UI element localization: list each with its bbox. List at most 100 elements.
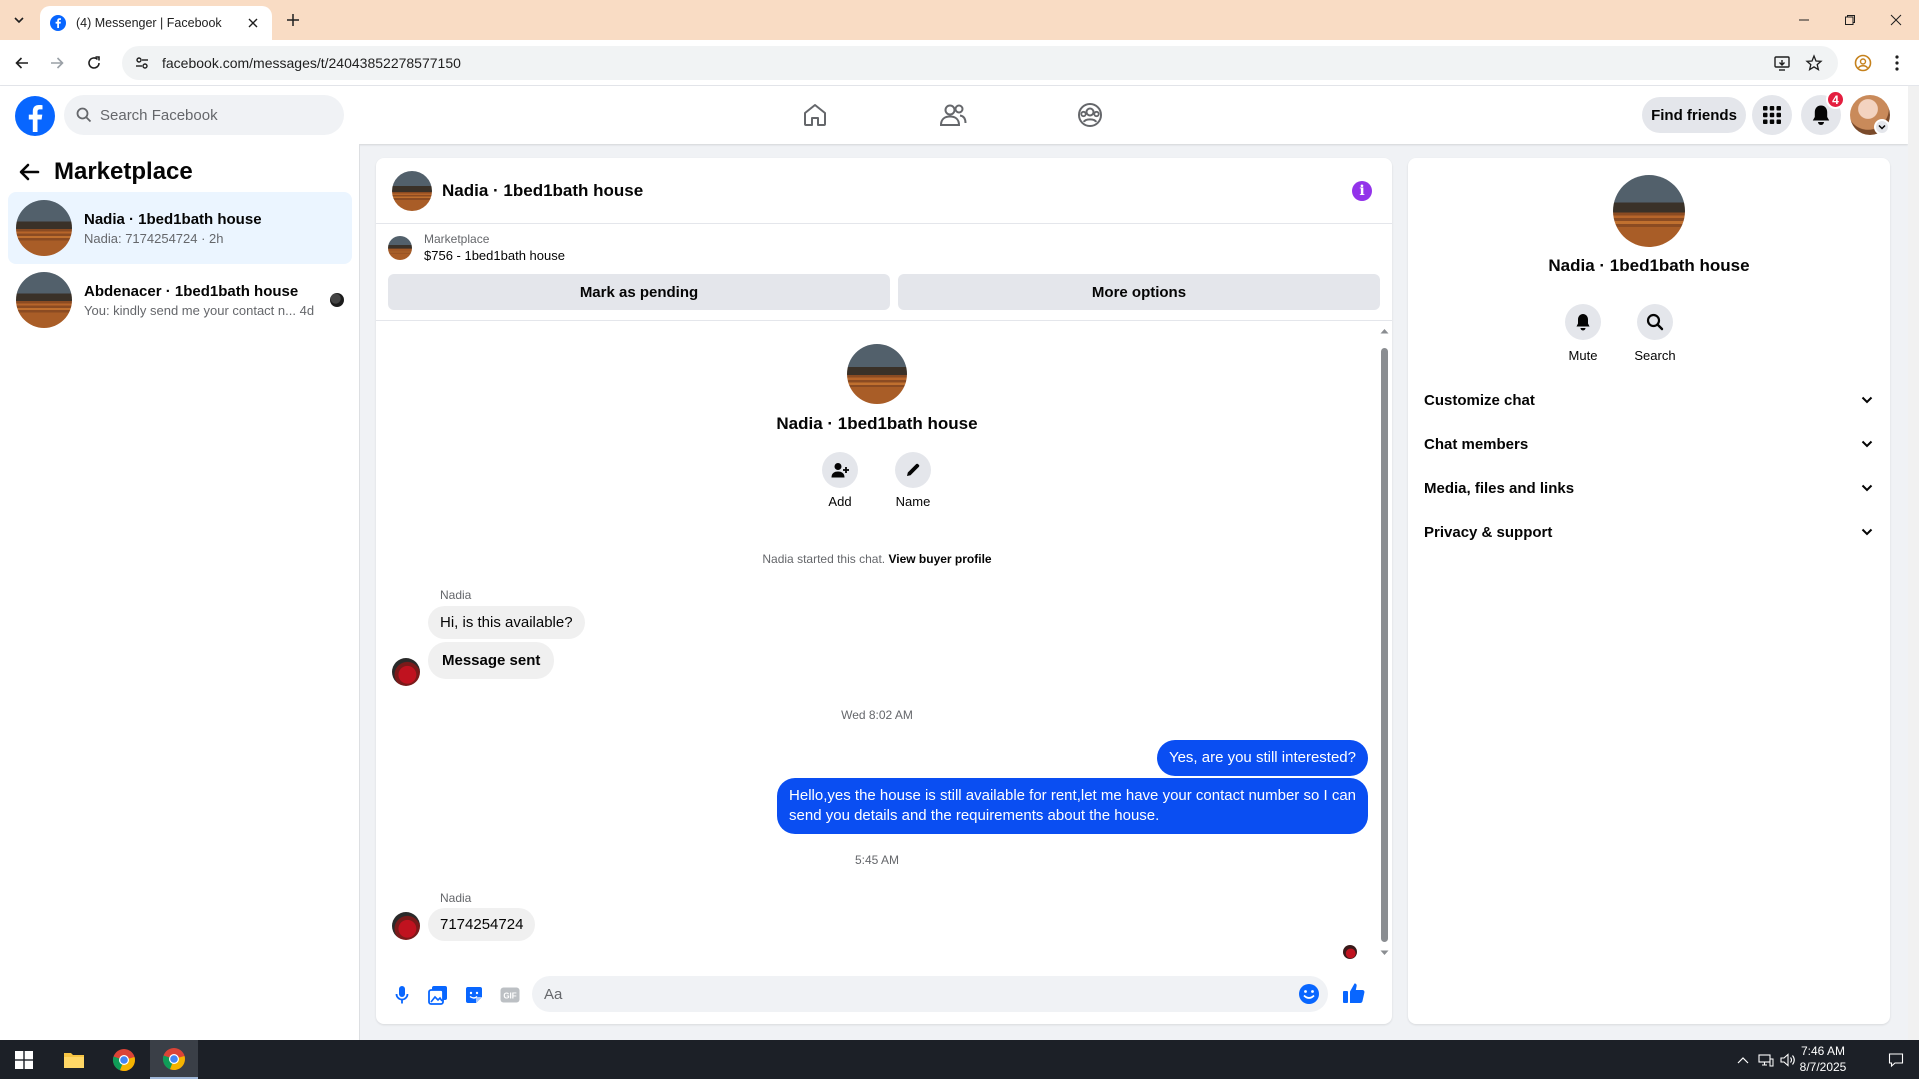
conversation-list-panel: Marketplace Nadia · 1bed1bath house Nadi…: [0, 144, 360, 1040]
chat-title[interactable]: Nadia · 1bed1bath house: [442, 181, 643, 201]
customize-chat-section[interactable]: Customize chat: [1424, 382, 1874, 418]
thumbs-up-like-icon[interactable]: [1342, 981, 1366, 1005]
message-timestamp: 5:45 AM: [854, 853, 900, 867]
restore-icon[interactable]: [1827, 0, 1873, 40]
address-bar[interactable]: facebook.com/messages/t/2404385227857715…: [122, 46, 1838, 80]
facebook-logo-icon[interactable]: [15, 96, 55, 136]
outgoing-message[interactable]: Hello,yes the house is still available f…: [777, 778, 1368, 834]
scroll-down-arrow-icon[interactable]: [1380, 950, 1389, 956]
conversation-item-nadia[interactable]: Nadia · 1bed1bath house Nadia: 717425472…: [8, 192, 352, 264]
chrome-active-window-icon[interactable]: [150, 1040, 198, 1079]
search-in-chat-action[interactable]: Search: [1623, 304, 1687, 363]
minimize-icon[interactable]: [1781, 0, 1827, 40]
close-window-icon[interactable]: [1873, 0, 1919, 40]
browser-menu-icon[interactable]: [1885, 51, 1909, 75]
chevron-down-icon: [1861, 528, 1873, 536]
intro-avatar: [847, 344, 907, 404]
listing-label: Marketplace: [424, 232, 490, 246]
add-label: Add: [828, 494, 852, 509]
conversation-name: Nadia · 1bed1bath house: [84, 210, 262, 228]
add-people-action[interactable]: Add: [810, 452, 870, 509]
conversation-item-abdenacer[interactable]: Abdenacer · 1bed1bath house You: kindly …: [8, 264, 352, 336]
facebook-search-bar[interactable]: [64, 95, 344, 135]
emoji-icon[interactable]: [1298, 983, 1320, 1005]
back-arrow-icon[interactable]: [10, 51, 34, 75]
name-label: Name: [895, 494, 931, 509]
gif-icon[interactable]: GIF: [498, 983, 522, 1007]
listing-thumbnail: [388, 235, 412, 260]
incoming-message[interactable]: Hi, is this available?: [428, 606, 585, 639]
home-nav-icon[interactable]: [760, 92, 870, 138]
microphone-icon[interactable]: [390, 983, 414, 1007]
view-buyer-profile-link[interactable]: View buyer profile: [888, 552, 991, 566]
windows-taskbar: 7:46 AM 8/7/2025: [0, 1040, 1919, 1079]
browser-tab-bar: (4) Messenger | Facebook: [0, 0, 1919, 40]
forward-arrow-icon[interactable]: [45, 51, 69, 75]
details-name: Nadia · 1bed1bath house: [1548, 256, 1750, 275]
media-files-links-section[interactable]: Media, files and links: [1424, 470, 1874, 506]
privacy-support-section[interactable]: Privacy & support: [1424, 514, 1874, 550]
message-input-box[interactable]: [532, 976, 1328, 1012]
account-chevron-icon[interactable]: [1874, 119, 1890, 135]
house-avatar: [16, 200, 72, 256]
details-avatar: [1613, 175, 1685, 247]
browser-tab-messenger[interactable]: (4) Messenger | Facebook: [40, 6, 272, 40]
friends-nav-icon[interactable]: [898, 92, 1008, 138]
site-settings-icon[interactable]: [134, 55, 150, 71]
listing-info[interactable]: Marketplace $756 - 1bed1bath house: [388, 232, 565, 263]
intro-name: Nadia · 1bed1bath house: [776, 414, 978, 433]
info-icon[interactable]: i: [1352, 181, 1372, 201]
mute-action[interactable]: Mute: [1551, 304, 1615, 363]
groups-nav-icon[interactable]: [1035, 92, 1145, 138]
search-label: Search: [1634, 348, 1676, 363]
read-receipt-avatar: [1343, 945, 1357, 959]
network-icon[interactable]: [1756, 1040, 1776, 1079]
chevron-down-icon: [1861, 440, 1873, 448]
menu-grid-icon[interactable]: [1752, 95, 1792, 135]
chat-panel: Nadia · 1bed1bath house i Marketplace $7…: [376, 158, 1392, 1024]
sticker-icon[interactable]: [462, 983, 486, 1007]
incoming-message[interactable]: Message sent: [428, 642, 555, 679]
more-options-button[interactable]: More options: [898, 274, 1380, 310]
message-composer: GIF: [376, 966, 1392, 1024]
sender-label: Nadia: [440, 891, 472, 905]
install-app-icon[interactable]: [1770, 51, 1794, 75]
chrome-icon[interactable]: [100, 1040, 148, 1079]
profile-account-icon[interactable]: [1851, 51, 1875, 75]
edit-name-action[interactable]: Name: [883, 452, 943, 509]
page-scrollbar[interactable]: [1908, 86, 1919, 1040]
scrollbar-thumb[interactable]: [1381, 348, 1388, 942]
sender-label: Nadia: [440, 588, 472, 602]
incoming-message[interactable]: 7174254724: [428, 908, 536, 941]
mark-as-pending-button[interactable]: Mark as pending: [388, 274, 890, 310]
divider: [376, 320, 1392, 321]
tray-chevron-up-icon[interactable]: [1734, 1040, 1752, 1079]
volume-icon[interactable]: [1778, 1040, 1798, 1079]
url-text[interactable]: facebook.com/messages/t/2404385227857715…: [162, 55, 1762, 71]
conversation-preview: You: kindly send me your contact n... 4d: [84, 302, 315, 318]
photo-gallery-icon[interactable]: [426, 983, 450, 1007]
bookmark-star-icon[interactable]: [1802, 51, 1826, 75]
chat-header: Nadia · 1bed1bath house: [376, 158, 1392, 224]
search-input[interactable]: [100, 106, 300, 124]
bell-icon: [1576, 314, 1590, 331]
notification-badge: 4: [1826, 90, 1845, 109]
action-center-icon[interactable]: [1874, 1040, 1918, 1079]
message-input[interactable]: [544, 985, 1244, 1003]
reload-icon[interactable]: [82, 51, 106, 75]
sender-avatar[interactable]: [392, 658, 420, 686]
outgoing-message[interactable]: Yes, are you still interested?: [1156, 740, 1368, 776]
file-explorer-icon[interactable]: [50, 1040, 98, 1079]
facebook-header: Find friends: [0, 86, 1908, 144]
chat-members-section[interactable]: Chat members: [1424, 426, 1874, 462]
new-tab-plus-icon[interactable]: [282, 9, 304, 31]
sender-avatar[interactable]: [392, 912, 420, 940]
chat-avatar[interactable]: [392, 170, 432, 211]
tab-search-chevron-icon[interactable]: [8, 9, 30, 31]
chat-scrollbar[interactable]: [1378, 326, 1390, 958]
back-arrow-icon[interactable]: [18, 161, 40, 183]
scroll-up-arrow-icon[interactable]: [1380, 328, 1389, 334]
windows-start-icon[interactable]: [0, 1040, 48, 1079]
close-tab-icon[interactable]: [244, 14, 262, 32]
find-friends-button[interactable]: Find friends: [1642, 97, 1746, 133]
